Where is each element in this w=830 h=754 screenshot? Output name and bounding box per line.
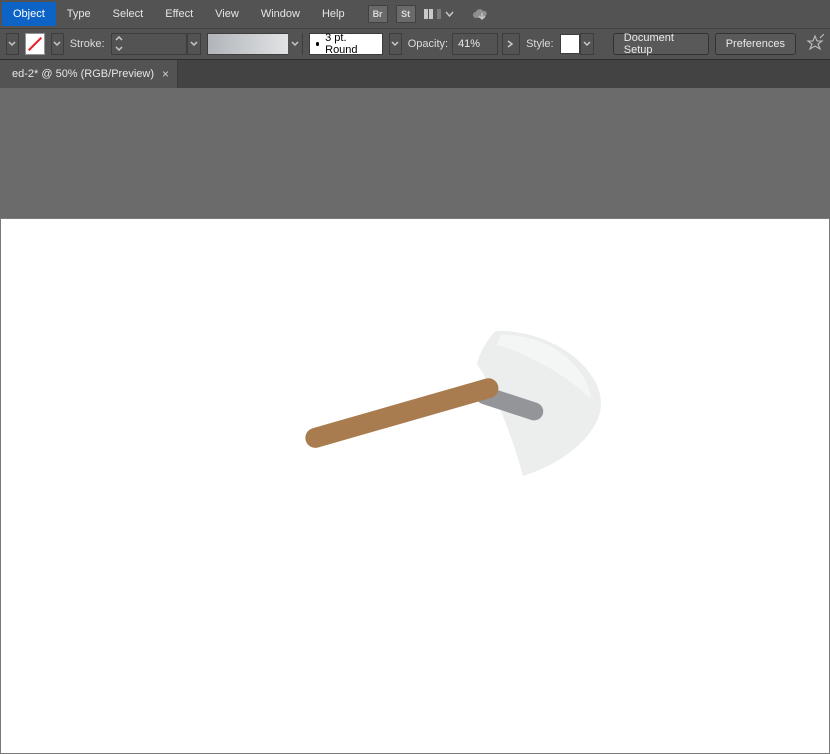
work-area (0, 88, 830, 536)
document-tab-strip: ed-2* @ 50% (RGB/Preview) × (0, 60, 830, 88)
variable-width-profile-dropdown[interactable] (389, 33, 402, 55)
brush-thumbnail-icon (208, 34, 288, 54)
stroke-weight-dropdown[interactable] (187, 33, 201, 55)
preferences-button[interactable]: Preferences (715, 33, 796, 55)
brush-definition-picker[interactable] (207, 33, 303, 55)
close-tab-icon[interactable]: × (162, 67, 169, 81)
menu-item-type[interactable]: Type (56, 2, 102, 26)
stroke-color-swatch[interactable] (25, 33, 45, 55)
stroke-weight-stepper[interactable] (111, 33, 127, 55)
stock-launcher-icon[interactable]: St (396, 5, 416, 23)
menu-item-select[interactable]: Select (102, 2, 155, 26)
menu-bar: Object Type Select Effect View Window He… (0, 0, 830, 28)
none-stroke-icon (28, 37, 42, 51)
style-label: Style: (526, 38, 554, 50)
profile-name: 3 pt. Round (325, 32, 376, 56)
gpu-preview-icon[interactable] (470, 7, 492, 21)
shovel-artwork (291, 309, 621, 509)
stroke-label: Stroke: (70, 38, 105, 50)
stroke-color-dropdown[interactable] (51, 33, 64, 55)
artboard[interactable] (0, 218, 830, 754)
opacity-value: 41% (458, 38, 480, 50)
document-tab-active[interactable]: ed-2* @ 50% (RGB/Preview) × (0, 60, 178, 88)
opacity-dropdown[interactable] (502, 33, 520, 55)
bullet-icon (316, 42, 320, 46)
opacity-field[interactable]: 41% (452, 33, 498, 55)
variable-width-profile-picker[interactable]: 3 pt. Round (309, 33, 383, 55)
menu-item-effect[interactable]: Effect (154, 2, 204, 26)
stroke-weight-field[interactable] (127, 33, 187, 55)
graphic-style-swatch[interactable] (560, 34, 580, 54)
menu-item-help[interactable]: Help (311, 2, 356, 26)
menu-item-window[interactable]: Window (250, 2, 311, 26)
menu-item-object[interactable]: Object (2, 2, 56, 26)
opacity-label: Opacity: (408, 38, 448, 50)
document-setup-button[interactable]: Document Setup (613, 33, 709, 55)
menu-item-view[interactable]: View (204, 2, 250, 26)
graphic-style-dropdown[interactable] (580, 33, 594, 55)
control-bar: Stroke: 3 pt. Round Opacity: 41% Style: (0, 28, 830, 60)
fill-target-dropdown[interactable] (6, 33, 19, 55)
arrange-documents-button[interactable] (424, 9, 454, 19)
bridge-launcher-icon[interactable]: Br (368, 5, 388, 23)
document-tab-title: ed-2* @ 50% (RGB/Preview) (12, 68, 154, 80)
align-to-icon[interactable] (806, 34, 824, 55)
